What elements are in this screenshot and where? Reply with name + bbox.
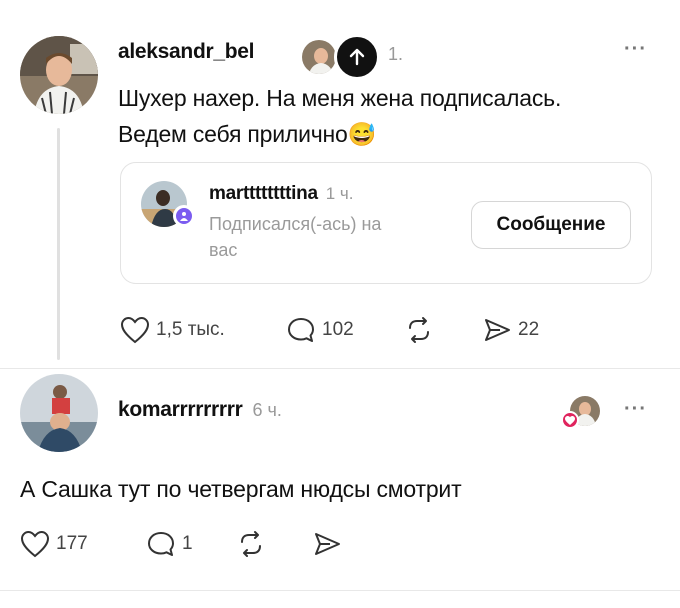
small-avatar — [300, 38, 338, 76]
card-subtitle: Подписался(-ась) на вас — [209, 211, 381, 263]
liked-heart-badge — [561, 411, 579, 429]
post-text-line2: Ведем себя прилично😅 — [118, 116, 658, 152]
share-action[interactable]: 22 — [482, 316, 539, 344]
card-subtitle-line1: Подписался(-ась) на — [209, 214, 382, 234]
sweat-smile-emoji: 😅 — [347, 121, 377, 147]
reply-comment-action[interactable]: 1 — [146, 530, 193, 558]
person-icon — [180, 212, 188, 221]
reply-timestamp: 6 ч. — [252, 400, 282, 420]
card-username[interactable]: marttttttttina — [209, 183, 318, 205]
thread-line — [57, 128, 60, 360]
reply-more-options-button[interactable]: ··· — [624, 398, 647, 421]
verified-badge — [173, 205, 195, 227]
message-button[interactable]: Сообщение — [471, 201, 631, 249]
comment-action[interactable]: 102 — [286, 316, 354, 344]
post-text-line2-text: Ведем себя прилично — [118, 121, 348, 147]
comment-icon — [148, 532, 174, 556]
post-author-avatar[interactable] — [20, 36, 98, 114]
more-options-button[interactable]: ··· — [624, 38, 647, 61]
repost-icon — [409, 317, 429, 343]
reply-likes-count: 177 — [56, 533, 88, 554]
heart-filled-icon — [565, 415, 575, 425]
reply-author-avatar[interactable] — [20, 374, 98, 452]
repost-icon — [241, 531, 261, 557]
reply-comments-count: 1 — [182, 533, 193, 554]
shares-count: 22 — [518, 319, 540, 340]
heart-icon — [20, 530, 50, 558]
share-icon — [485, 319, 510, 341]
card-subtitle-line2: вас — [209, 240, 238, 260]
follow-notification-card[interactable]: marttttttttina 1 ч. Подписался(-ась) на … — [120, 162, 652, 284]
post-username[interactable]: aleksandr_bel — [118, 40, 254, 64]
card-header: marttttttttina 1 ч. — [209, 183, 354, 205]
follow-button[interactable] — [334, 34, 380, 80]
bottom-divider — [0, 590, 680, 591]
post-text-line1: Шухер нахер. На меня жена подписалась. — [118, 85, 562, 111]
heart-icon — [120, 316, 150, 344]
post-divider — [0, 368, 680, 369]
reply-header: komarrrrrrrrr 6 ч. — [118, 398, 282, 422]
reply-repost-action[interactable] — [236, 530, 266, 558]
like-action[interactable]: 1,5 тыс. — [120, 316, 225, 344]
post-timestamp: 1. — [388, 44, 404, 64]
reply-username[interactable]: komarrrrrrrrr — [118, 398, 243, 422]
reply-share-action[interactable] — [312, 530, 342, 558]
post-text: Шухер нахер. На меня жена подписалась. В… — [118, 80, 658, 152]
arrow-up-icon — [349, 48, 365, 66]
reply-like-action[interactable]: 177 — [20, 530, 88, 558]
reply-text: А Сашка тут по четвергам нюдсы смотрит — [20, 476, 462, 502]
repost-action[interactable] — [404, 316, 434, 344]
share-icon — [315, 533, 340, 555]
comment-icon — [288, 318, 314, 342]
likes-count: 1,5 тыс. — [156, 319, 225, 340]
comments-count: 102 — [322, 319, 354, 340]
card-timestamp: 1 ч. — [325, 184, 354, 203]
